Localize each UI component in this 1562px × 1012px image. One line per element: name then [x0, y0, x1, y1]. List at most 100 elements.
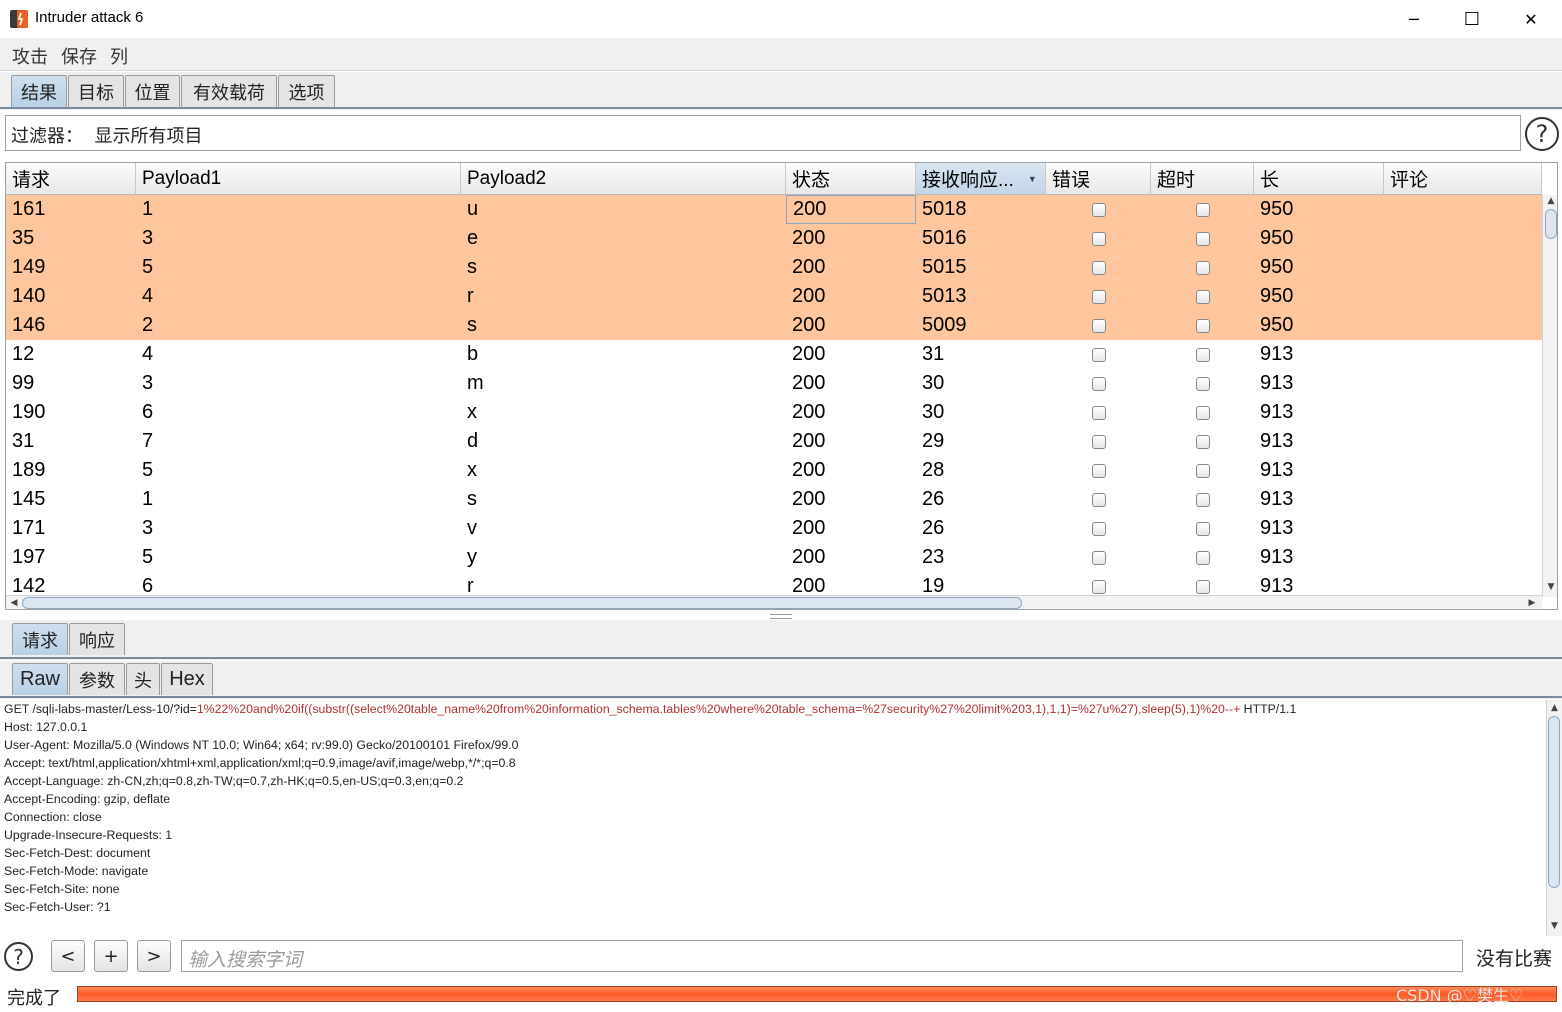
table-row[interactable]: 31 7 d 200 29 913	[6, 427, 1542, 456]
cell-status: 200	[792, 227, 826, 249]
menu-columns[interactable]: 列	[110, 43, 128, 69]
cell-comment	[1384, 543, 1542, 572]
menu-attack[interactable]: 攻击	[12, 43, 48, 69]
previous-match-button[interactable]: <	[51, 940, 85, 972]
table-body: 161 1 u 200 5018 950 35 3 e 200 5016 950 149 5 s 200 501…	[6, 195, 1542, 597]
request-vertical-scrollbar[interactable]: ▲ ▼	[1546, 700, 1562, 936]
menu-save[interactable]: 保存	[61, 43, 97, 69]
header-col-comment[interactable]: 评论	[1384, 163, 1542, 195]
cell-len: 913	[1260, 372, 1294, 394]
scroll-right-arrow-icon[interactable]: ▶	[1526, 597, 1538, 609]
filter-bar[interactable]	[5, 115, 1521, 151]
header-col-payload2[interactable]: Payload2	[461, 163, 786, 195]
splitter-handle[interactable]	[770, 614, 792, 619]
request-scroll-up-icon[interactable]: ▲	[1547, 702, 1562, 714]
timeout-cell	[1151, 398, 1254, 427]
request-header-line: Sec-Fetch-Mode: navigate	[4, 864, 149, 878]
cell-req: 99	[12, 372, 35, 394]
tab-raw[interactable]: Raw	[12, 663, 68, 695]
table-horizontal-scrollbar[interactable]: ◀ ▶	[6, 595, 1542, 609]
close-button[interactable]: ✕	[1502, 0, 1560, 38]
scroll-thumb[interactable]	[1545, 209, 1557, 239]
cell-comment	[1384, 572, 1542, 597]
table-row[interactable]: 149 5 s 200 5015 950	[6, 253, 1542, 282]
tab-positions[interactable]: 位置	[125, 75, 180, 107]
timeout-cell	[1151, 369, 1254, 398]
cell-status: 200	[792, 546, 826, 568]
view-tab-underline	[0, 696, 1562, 698]
scroll-up-arrow-icon[interactable]: ▲	[1543, 195, 1557, 207]
timeout-checkbox	[1195, 347, 1210, 362]
cell-p2: u	[467, 198, 479, 220]
search-input[interactable]: 输入搜索字词	[181, 940, 1463, 972]
tab-response[interactable]: 响应	[69, 623, 125, 655]
cell-p1: 1	[142, 198, 154, 220]
tab-headers[interactable]: 头	[126, 663, 160, 695]
cell-len: 913	[1260, 546, 1294, 568]
error-cell	[1046, 369, 1151, 398]
cell-req: 171	[12, 517, 46, 539]
maximize-button[interactable]: ☐	[1443, 0, 1501, 38]
tab-hex[interactable]: Hex	[161, 663, 213, 695]
tab-target[interactable]: 目标	[68, 75, 124, 107]
error-checkbox	[1091, 492, 1106, 507]
cell-comment	[1384, 456, 1542, 485]
table-row[interactable]: 142 6 r 200 19 913	[6, 572, 1542, 597]
header-col-timeout[interactable]: 超时	[1151, 163, 1254, 195]
raw-request-editor[interactable]: GET /sqli-labs-master/Less-10/?id=1%22%2…	[0, 700, 1546, 936]
table-row[interactable]: 161 1 u 200 5018 950	[6, 195, 1542, 224]
table-vertical-scrollbar[interactable]: ▲ ▼	[1542, 195, 1557, 597]
tab-options[interactable]: 选项	[278, 75, 335, 107]
cell-comment	[1384, 224, 1542, 253]
header-label: 接收响应...	[922, 170, 1014, 191]
timeout-checkbox	[1195, 231, 1210, 246]
cell-comment	[1384, 311, 1542, 340]
tab-request[interactable]: 请求	[12, 623, 68, 655]
horizontal-scroll-thumb[interactable]	[22, 597, 1022, 609]
cell-p2: m	[467, 372, 484, 394]
timeout-checkbox	[1195, 492, 1210, 507]
filter-help-icon[interactable]: ?	[1525, 117, 1559, 151]
table-row[interactable]: 146 2 s 200 5009 950	[6, 311, 1542, 340]
table-row[interactable]: 189 5 x 200 28 913	[6, 456, 1542, 485]
request-scroll-thumb[interactable]	[1548, 716, 1560, 888]
cell-time: 31	[922, 343, 945, 365]
table-row[interactable]: 171 3 v 200 26 913	[6, 514, 1542, 543]
header-col-request[interactable]: 请求	[6, 163, 136, 195]
header-col-response-time[interactable]: 接收响应... ▼	[916, 163, 1046, 195]
header-col-status[interactable]: 状态	[786, 163, 916, 195]
header-col-length[interactable]: 长	[1254, 163, 1384, 195]
header-col-error[interactable]: 错误	[1046, 163, 1151, 195]
search-help-icon[interactable]: ?	[4, 942, 33, 971]
minimize-button[interactable]: ─	[1385, 0, 1443, 38]
add-search-button[interactable]: +	[94, 940, 128, 972]
tab-results[interactable]: 结果	[11, 75, 67, 107]
cell-time: 5013	[922, 285, 967, 307]
request-scroll-down-icon[interactable]: ▼	[1547, 920, 1562, 932]
error-cell	[1046, 311, 1151, 340]
error-cell	[1046, 514, 1151, 543]
progress-bar	[77, 986, 1557, 1002]
cell-req: 146	[12, 314, 46, 336]
tab-params[interactable]: 参数	[69, 663, 125, 695]
table-row[interactable]: 197 5 y 200 23 913	[6, 543, 1542, 572]
timeout-cell	[1151, 340, 1254, 369]
timeout-cell	[1151, 311, 1254, 340]
header-col-payload1[interactable]: Payload1	[136, 163, 461, 195]
cell-time: 19	[922, 575, 945, 597]
table-row[interactable]: 99 3 m 200 30 913	[6, 369, 1542, 398]
scroll-left-arrow-icon[interactable]: ◀	[8, 597, 20, 609]
table-header: 请求 Payload1 Payload2 状态 接收响应... ▼ 错误 超时 长 评论	[6, 163, 1557, 195]
error-checkbox	[1091, 434, 1106, 449]
cell-time: 29	[922, 430, 945, 452]
next-match-button[interactable]: >	[137, 940, 171, 972]
tab-payloads[interactable]: 有效载荷	[181, 75, 277, 107]
table-row[interactable]: 190 6 x 200 30 913	[6, 398, 1542, 427]
error-checkbox	[1091, 579, 1106, 594]
table-row[interactable]: 140 4 r 200 5013 950	[6, 282, 1542, 311]
table-row[interactable]: 12 4 b 200 31 913	[6, 340, 1542, 369]
scroll-down-arrow-icon[interactable]: ▼	[1543, 581, 1557, 593]
table-row[interactable]: 145 1 s 200 26 913	[6, 485, 1542, 514]
table-row[interactable]: 35 3 e 200 5016 950	[6, 224, 1542, 253]
cell-len: 950	[1260, 256, 1294, 278]
